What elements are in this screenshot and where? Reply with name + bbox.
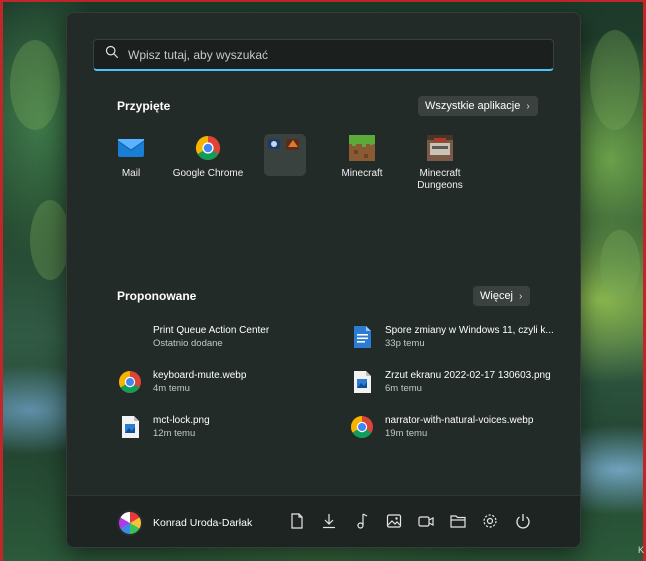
pinned-app-google-chrome[interactable]: Google Chrome [168,134,248,194]
more-button[interactable]: Więcej › [473,286,531,306]
mail-icon [117,134,145,162]
folder-icon [268,139,299,150]
recommended-item[interactable]: keyboard-mute.webp 4m temu [117,367,246,397]
power-icon[interactable] [514,512,532,530]
recommended-item-name: Spore zmiany w Windows 11, czyli k... [385,325,554,336]
videos-icon[interactable] [417,512,435,530]
all-apps-label: Wszystkie aplikacje [425,100,521,112]
pictures-icon[interactable] [385,512,403,530]
recommended-item-name: Print Queue Action Center [153,325,270,336]
all-apps-button[interactable]: Wszystkie aplikacje › [418,96,538,116]
recommended-item-name: Zrzut ekranu 2022-02-17 130603.png [385,370,551,381]
user-account-button[interactable]: Konrad Uroda-Darłak [117,510,252,536]
pinned-title: Przypięte [117,99,171,113]
recommended-item-time: 12m temu [153,428,196,439]
recommended-item[interactable]: Print Queue Action Center Ostatnio dodan… [117,322,269,352]
chrome-icon [349,414,375,440]
recommended-item[interactable]: mct-lock.png 12m temu [117,412,210,442]
downloads-icon[interactable] [320,512,338,530]
pinned-app-mail[interactable]: Mail [91,134,171,194]
more-label: Więcej [480,290,514,302]
window-border-left [0,0,3,561]
recommended-item-name: keyboard-mute.webp [153,370,247,381]
avatar [117,510,143,536]
blank-icon [117,324,143,350]
window-border-top [0,0,646,2]
recommended-item[interactable]: Zrzut ekranu 2022-02-17 130603.png 6m te… [349,367,551,397]
pinned-app-label: Mail [121,168,141,179]
search-input[interactable] [128,47,528,62]
settings-icon[interactable] [481,512,499,530]
pinned-app-label: Google Chrome [172,168,244,179]
pinned-app-label: Minecraft [341,168,383,179]
recommended-title: Proponowane [117,289,197,303]
recommended-item[interactable]: Spore zmiany w Windows 11, czyli k... 33… [349,322,554,352]
image-file-icon [349,369,375,395]
user-name: Konrad Uroda-Darłak [153,517,253,529]
recommended-item-time: 4m temu [153,383,190,394]
chrome-icon [194,134,222,162]
search-box[interactable] [93,39,554,71]
search-icon [105,45,119,64]
minecraft-dungeons-icon [426,134,454,162]
recommended-item-name: narrator-with-natural-voices.webp [385,415,534,426]
recommended-item-time: 6m temu [385,383,422,394]
start-footer: Konrad Uroda-Darłak [67,495,580,547]
recommended-item[interactable]: narrator-with-natural-voices.webp 19m te… [349,412,533,442]
recommended-item-time: 19m temu [385,428,428,439]
corner-text: K [637,545,644,555]
recommended-item-time: Ostatnio dodane [153,338,223,349]
pinned-app-label: Minecraft Dungeons [417,168,463,191]
music-icon[interactable] [353,512,371,530]
pinned-folder[interactable] [264,134,306,176]
chevron-right-icon: › [526,100,530,112]
recommended-item-time: 33p temu [385,338,425,349]
pinned-app-minecraft[interactable]: Minecraft [322,134,402,194]
recommended-item-name: mct-lock.png [153,415,210,426]
chevron-right-icon: › [519,290,523,302]
document-icon [349,324,375,350]
chrome-icon [117,369,143,395]
documents-icon[interactable] [288,512,306,530]
image-file-icon [117,414,143,440]
file-explorer-icon[interactable] [449,512,467,530]
minecraft-icon [348,134,376,162]
start-menu: Przypięte Wszystkie aplikacje › Mail [66,12,581,548]
pinned-app-minecraft-dungeons[interactable]: Minecraft Dungeons [400,134,480,194]
